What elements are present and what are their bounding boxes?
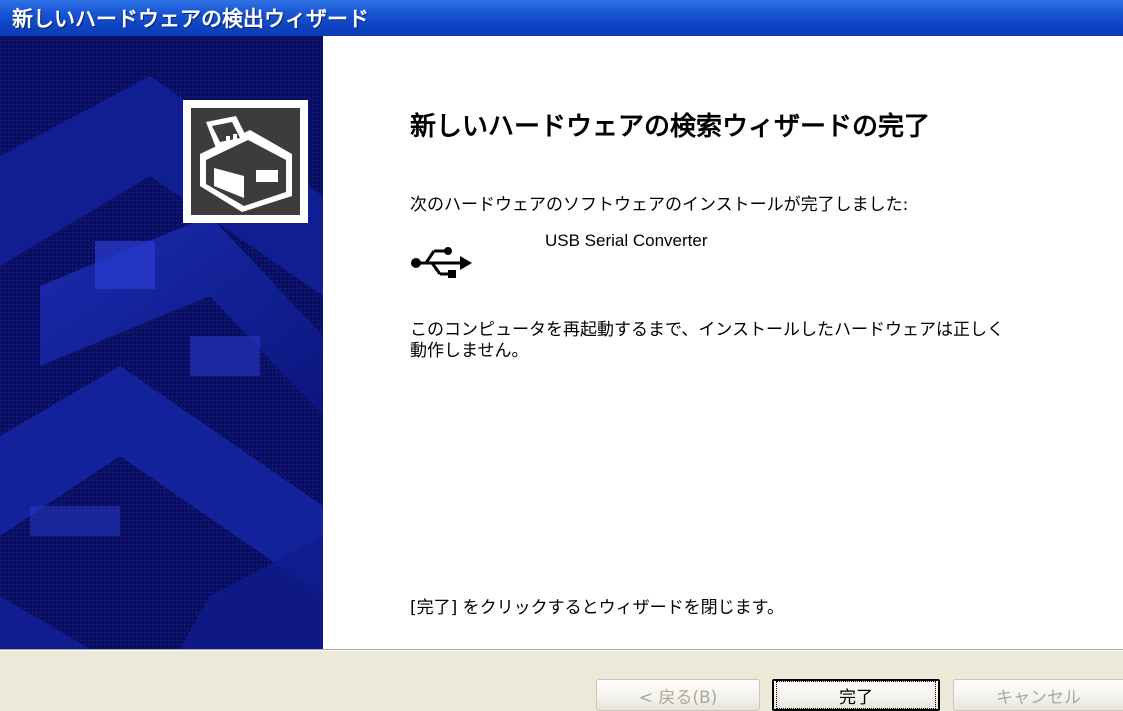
install-complete-text: 次のハードウェアのソフトウェアのインストールが完了しました: xyxy=(410,195,909,215)
restart-notice-line2: 動作しません。 xyxy=(410,341,529,361)
back-button[interactable]: < 戻る(B) xyxy=(596,679,760,711)
finish-button-label: 完了 xyxy=(776,681,936,709)
device-row: USB Serial Converter xyxy=(410,231,1010,291)
button-bar: < 戻る(B) 完了 キャンセル xyxy=(0,649,1123,711)
footer-divider xyxy=(0,649,1123,651)
wizard-window: 新しいハードウェアの検出ウィザード 新しいハードウェアの検索ウィザードの完了 次… xyxy=(0,0,1123,711)
wizard-side-artwork xyxy=(0,36,323,649)
device-name: USB Serial Converter xyxy=(545,231,708,250)
title-bar[interactable]: 新しいハードウェアの検出ウィザード xyxy=(0,0,1123,36)
usb-icon xyxy=(411,247,472,278)
window-title: 新しいハードウェアの検出ウィザード xyxy=(12,7,369,31)
wizard-content: 新しいハードウェアの検索ウィザードの完了 次のハードウェアのソフトウェアのインス… xyxy=(323,36,1123,649)
wizard-heading: 新しいハードウェアの検索ウィザードの完了 xyxy=(410,112,931,142)
wizard-side-panel xyxy=(0,36,323,649)
hardware-icon xyxy=(183,100,308,223)
finish-button[interactable]: 完了 xyxy=(772,679,940,711)
close-instruction: [完了] をクリックするとウィザードを閉じます。 xyxy=(410,598,784,618)
cancel-button[interactable]: キャンセル xyxy=(953,679,1123,711)
